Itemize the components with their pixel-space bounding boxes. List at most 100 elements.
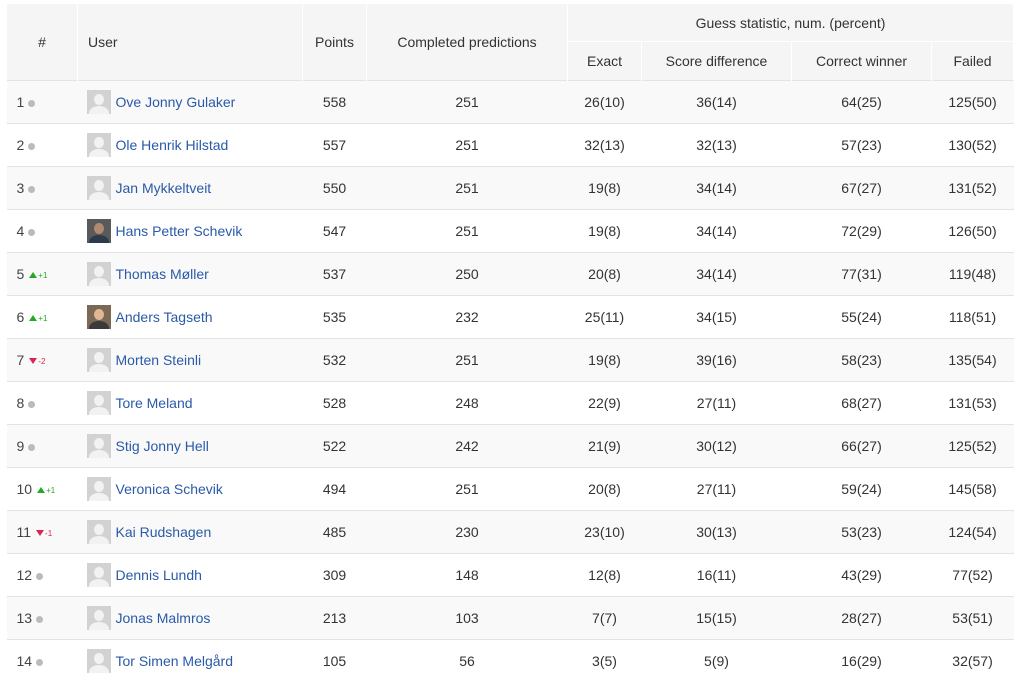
default-avatar-icon[interactable]	[86, 391, 111, 415]
rank-change: +1	[46, 485, 56, 495]
score-difference-cell: 34(14)	[641, 166, 792, 210]
rank-cell: 5 +1	[6, 252, 78, 296]
trend-unchanged-icon	[28, 99, 36, 107]
default-avatar-icon[interactable]	[86, 563, 111, 587]
user-name-link[interactable]: Stig Jonny Hell	[116, 438, 209, 454]
points-cell: 485	[302, 510, 367, 554]
rank-cell: 8	[6, 381, 78, 425]
rank-cell: 2	[6, 123, 78, 167]
default-avatar-icon[interactable]	[86, 262, 111, 286]
completed-predictions-cell: 250	[366, 252, 568, 296]
user-cell: Jan Mykkeltveit	[77, 166, 303, 210]
default-avatar-icon[interactable]	[86, 477, 111, 501]
user-cell: Jonas Malmros	[77, 596, 303, 640]
user-name-link[interactable]: Kai Rudshagen	[116, 524, 212, 540]
exact-cell: 20(8)	[567, 467, 642, 511]
failed-cell: 32(57)	[931, 639, 1014, 683]
completed-predictions-cell: 56	[366, 639, 568, 683]
rank-number: 5	[16, 266, 25, 282]
exact-cell: 19(8)	[567, 166, 642, 210]
user-cell: Thomas Møller	[77, 252, 303, 296]
user-name-link[interactable]: Dennis Lundh	[116, 567, 202, 583]
table-row: 2 Ole Henrik Hilstad 557 251 32(13) 32(1…	[6, 123, 1014, 167]
completed-predictions-cell: 251	[366, 338, 568, 382]
exact-cell: 23(10)	[567, 510, 642, 554]
default-avatar-icon[interactable]	[86, 176, 111, 200]
points-cell: 213	[302, 596, 367, 640]
user-cell: Hans Petter Schevik	[77, 209, 303, 253]
header-exact[interactable]: Exact	[567, 41, 642, 81]
user-name-link[interactable]: Morten Steinli	[116, 352, 202, 368]
default-avatar-icon[interactable]	[86, 348, 111, 372]
header-correct-winner[interactable]: Correct winner	[791, 41, 932, 81]
header-rank[interactable]: #	[6, 4, 78, 81]
header-completed-predictions[interactable]: Completed predictions	[366, 4, 568, 81]
rank-cell: 12	[6, 553, 78, 597]
trend-unchanged-icon	[28, 400, 36, 408]
failed-cell: 77(52)	[931, 553, 1014, 597]
failed-cell: 118(51)	[931, 295, 1014, 339]
completed-predictions-cell: 242	[366, 424, 568, 468]
points-cell: 558	[302, 80, 367, 124]
score-difference-cell: 30(12)	[641, 424, 792, 468]
rank-cell: 3	[6, 166, 78, 210]
default-avatar-icon[interactable]	[86, 90, 111, 114]
user-name-link[interactable]: Ove Jonny Gulaker	[116, 94, 236, 110]
rank-cell: 11 -1	[6, 510, 78, 554]
correct-winner-cell: 55(24)	[791, 295, 932, 339]
user-name-link[interactable]: Anders Tagseth	[116, 309, 213, 325]
user-photo-avatar[interactable]	[86, 305, 111, 329]
trend-unchanged-icon	[28, 185, 36, 193]
user-name-link[interactable]: Ole Henrik Hilstad	[116, 137, 229, 153]
failed-cell: 119(48)	[931, 252, 1014, 296]
completed-predictions-cell: 251	[366, 80, 568, 124]
rank-change: -1	[45, 528, 53, 538]
user-name-link[interactable]: Tore Meland	[116, 395, 193, 411]
points-cell: 309	[302, 553, 367, 597]
header-failed[interactable]: Failed	[930, 41, 1015, 81]
user-name-link[interactable]: Thomas Møller	[116, 266, 209, 282]
score-difference-cell: 27(11)	[641, 381, 792, 425]
correct-winner-cell: 58(23)	[791, 338, 932, 382]
header-points[interactable]: Points	[302, 4, 367, 81]
table-row: 7 -2 Morten Steinli 532 251 19(8) 39(16) …	[6, 338, 1014, 382]
header-user[interactable]: User	[77, 4, 303, 81]
rank-cell: 9	[6, 424, 78, 468]
user-cell: Kai Rudshagen	[77, 510, 303, 554]
user-cell: Dennis Lundh	[77, 553, 303, 597]
table-row: 5 +1 Thomas Møller 537 250 20(8) 34(14) 7…	[6, 252, 1014, 296]
user-name-link[interactable]: Veronica Schevik	[116, 481, 223, 497]
header-score-difference[interactable]: Score difference	[641, 41, 792, 81]
rank-number: 14	[16, 653, 33, 670]
exact-cell: 22(9)	[567, 381, 642, 425]
user-photo-avatar[interactable]	[86, 219, 111, 243]
correct-winner-cell: 16(29)	[791, 639, 932, 683]
user-name-link[interactable]: Jonas Malmros	[116, 610, 211, 626]
failed-cell: 126(50)	[931, 209, 1014, 253]
default-avatar-icon[interactable]	[86, 133, 111, 157]
default-avatar-icon[interactable]	[86, 434, 111, 458]
user-cell: Veronica Schevik	[77, 467, 303, 511]
failed-cell: 53(51)	[931, 596, 1014, 640]
correct-winner-cell: 68(27)	[791, 381, 932, 425]
rank-number: 12	[16, 567, 33, 583]
failed-cell: 124(54)	[931, 510, 1014, 554]
correct-winner-cell: 43(29)	[791, 553, 932, 597]
user-name-link[interactable]: Tor Simen Melgård	[116, 653, 234, 669]
trend-down-icon	[36, 530, 45, 537]
completed-predictions-cell: 251	[366, 209, 568, 253]
default-avatar-icon[interactable]	[86, 520, 111, 544]
completed-predictions-cell: 251	[366, 467, 568, 511]
user-name-link[interactable]: Hans Petter Schevik	[116, 223, 243, 239]
score-difference-cell: 39(16)	[641, 338, 792, 382]
table-row: 3 Jan Mykkeltveit 550 251 19(8) 34(14) 6…	[6, 166, 1014, 210]
trend-unchanged-icon	[28, 142, 36, 150]
failed-cell: 145(58)	[931, 467, 1014, 511]
table-row: 10 +1 Veronica Schevik 494 251 20(8) 27(1…	[6, 467, 1014, 511]
default-avatar-icon[interactable]	[86, 649, 111, 674]
failed-cell: 125(52)	[931, 424, 1014, 468]
rank-cell: 7 -2	[6, 338, 78, 382]
user-cell: Ove Jonny Gulaker	[77, 80, 303, 124]
default-avatar-icon[interactable]	[86, 606, 111, 630]
user-name-link[interactable]: Jan Mykkeltveit	[116, 180, 212, 196]
